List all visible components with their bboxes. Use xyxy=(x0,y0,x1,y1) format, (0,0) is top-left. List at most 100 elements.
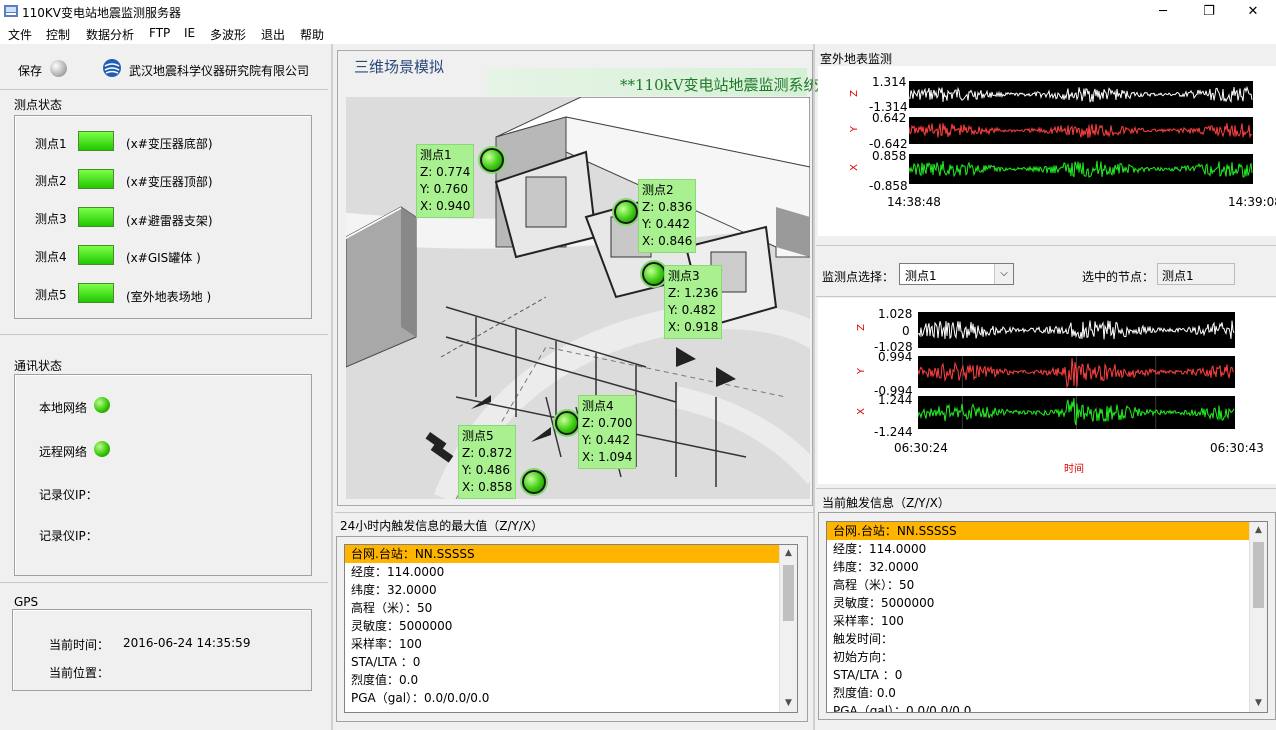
menu-exit[interactable]: 退出 xyxy=(261,26,285,43)
outdoor-wave-y xyxy=(908,117,1253,144)
max24-list[interactable]: 台网.台站：NN.SSSSS 经度：114.0000 纬度：32.0000 高程… xyxy=(344,544,798,713)
divider xyxy=(0,89,328,90)
node-z-axis: Z xyxy=(856,324,867,331)
waveform-trace xyxy=(908,85,1253,104)
menu-help[interactable]: 帮助 xyxy=(300,26,324,43)
current-time-label: 当前时间： xyxy=(49,638,110,652)
point-4-callout: 测点4 Z: 0.700 Y: 0.442 X: 1.094 xyxy=(578,395,637,469)
list-item[interactable]: 高程（米）：50 xyxy=(345,599,797,617)
list-item[interactable]: 台网.台站：NN.SSSSS xyxy=(345,545,779,563)
point-3-callout: 测点3 Z: 1.236 Y: 0.482 X: 0.918 xyxy=(664,265,723,339)
scroll-up-icon[interactable]: ▲ xyxy=(1250,522,1267,539)
node-t-end: 06:30:43 xyxy=(1210,441,1264,455)
point-4-marker[interactable] xyxy=(555,411,579,435)
point-3-label: 测点3 xyxy=(35,212,67,226)
save-indicator[interactable] xyxy=(50,60,67,77)
maximize-button[interactable]: ❐ xyxy=(1186,0,1232,24)
scene-title: 三维场景模拟 xyxy=(350,56,449,77)
list-item[interactable]: PGA（gal）：0.0/0.0/0.0 xyxy=(345,689,797,707)
remote-network-label: 远程网络 xyxy=(39,445,88,459)
title-bar: 110KV变电站地震监测服务器 ─ ❐ ✕ xyxy=(0,0,1276,24)
list-item[interactable]: 纬度：32.0000 xyxy=(345,581,797,599)
menu-analysis[interactable]: 数据分析 xyxy=(86,26,134,43)
menu-ftp[interactable]: FTP xyxy=(149,26,170,40)
menu-ie[interactable]: IE xyxy=(184,26,195,40)
menu-file[interactable]: 文件 xyxy=(8,26,32,43)
waveform-trace xyxy=(908,123,1253,139)
list-item[interactable]: 触发时间： xyxy=(827,630,1267,648)
point-2-callout: 测点2 Z: 0.836 Y: 0.442 X: 0.846 xyxy=(638,179,697,253)
point-5-led xyxy=(78,283,114,303)
selected-node-value: 测点1 xyxy=(1162,269,1194,283)
point-2-label: 测点2 xyxy=(35,174,67,188)
points-status-title: 测点状态 xyxy=(14,98,63,112)
outdoor-t-end: 14:39:08 xyxy=(1228,195,1276,209)
list-item[interactable]: PGA（gal）：0.0/0.0/0.0 xyxy=(827,702,1267,712)
node-z-mid: 0 xyxy=(902,324,910,338)
menu-control[interactable]: 控制 xyxy=(46,26,70,43)
divider xyxy=(816,488,1276,489)
splitter-left[interactable] xyxy=(331,44,333,730)
list-item[interactable]: 纬度：32.0000 xyxy=(827,558,1267,576)
scroll-thumb[interactable] xyxy=(1253,542,1264,608)
recorder-ip-label-2: 记录仪IP： xyxy=(39,529,98,543)
list-item[interactable]: 灵敏度：5000000 xyxy=(827,594,1267,612)
remote-network-indicator xyxy=(94,441,110,457)
divider xyxy=(0,334,328,335)
list-item[interactable]: 台网.台站：NN.SSSSS xyxy=(827,522,1249,540)
list-item[interactable]: 灵敏度：5000000 xyxy=(345,617,797,635)
outdoor-chart: 1.314 -1.314 0.642 -0.642 0.858 -0.858 Z… xyxy=(818,66,1276,236)
outdoor-title: 室外地表监测 xyxy=(820,52,893,66)
trigger-scrollbar[interactable]: ▲ ▼ xyxy=(1249,522,1267,712)
scroll-down-icon[interactable]: ▼ xyxy=(1250,695,1267,712)
point-2-marker[interactable] xyxy=(614,200,638,224)
list-item[interactable]: STA/LTA ：0 xyxy=(345,653,797,671)
current-time-value: 2016-06-24 14:35:59 xyxy=(123,636,251,650)
scroll-thumb[interactable] xyxy=(783,565,794,621)
outdoor-y-axis: Y xyxy=(849,126,860,133)
max24-scrollbar[interactable]: ▲ ▼ xyxy=(779,545,797,712)
point-5-callout-name: 测点5 xyxy=(462,429,494,443)
node-wave-y xyxy=(917,356,1235,389)
scroll-up-icon[interactable]: ▲ xyxy=(780,545,797,562)
list-item[interactable]: 初始方向： xyxy=(827,648,1267,666)
scene-banner: **110kV变电站地震监测系统 xyxy=(620,76,819,94)
menu-multiwave[interactable]: 多波形 xyxy=(210,26,246,43)
list-item[interactable]: 烈度值: 0.0 xyxy=(827,684,1267,702)
point-3-marker[interactable] xyxy=(642,262,666,286)
scene-view[interactable]: 测点1 Z: 0.774 Y: 0.760 X: 0.940 测点2 Z: 0.… xyxy=(346,97,810,499)
list-item[interactable]: 经度：114.0000 xyxy=(345,563,797,581)
point-5-y: Y: 0.486 xyxy=(462,463,510,477)
list-item[interactable]: 烈度值：0.0 xyxy=(345,671,797,689)
point-5-marker[interactable] xyxy=(522,470,546,494)
node-wave-z xyxy=(917,312,1235,348)
list-item[interactable]: STA/LTA ：0 xyxy=(827,666,1267,684)
point-4-z: Z: 0.700 xyxy=(582,416,633,430)
local-network-label: 本地网络 xyxy=(39,401,88,415)
list-item[interactable]: 高程（米）：50 xyxy=(827,576,1267,594)
node-y-top: 0.994 xyxy=(878,350,913,364)
point-1-x: X: 0.940 xyxy=(420,199,471,213)
point-1-desc: (x#变压器底部) xyxy=(126,137,213,151)
divider xyxy=(335,512,813,513)
waveform-trace xyxy=(917,320,1235,340)
minimize-button[interactable]: ─ xyxy=(1140,0,1186,24)
outdoor-wave-z xyxy=(908,81,1253,108)
trigger-list[interactable]: 台网.台站：NN.SSSSS 经度：114.0000 纬度：32.0000 高程… xyxy=(826,521,1268,713)
splitter-right[interactable] xyxy=(813,44,815,730)
scroll-down-icon[interactable]: ▼ xyxy=(780,695,797,712)
monitor-point-select[interactable]: 测点1 ⌵ xyxy=(899,263,1014,285)
close-button[interactable]: ✕ xyxy=(1230,0,1276,24)
point-1-y: Y: 0.760 xyxy=(420,182,468,196)
node-time-axis-label: 时间 xyxy=(1064,464,1084,475)
point-2-callout-name: 测点2 xyxy=(642,183,674,197)
list-item[interactable]: 采样率：100 xyxy=(345,635,797,653)
gps-box: 当前时间： 2016-06-24 14:35:59 当前位置： xyxy=(12,609,312,691)
point-1-z: Z: 0.774 xyxy=(420,165,471,179)
node-y-axis: Y xyxy=(856,368,867,375)
list-item[interactable]: 采样率：100 xyxy=(827,612,1267,630)
chevron-down-icon[interactable]: ⌵ xyxy=(994,264,1013,284)
point-3-y: Y: 0.482 xyxy=(668,303,716,317)
list-item[interactable]: 经度：114.0000 xyxy=(827,540,1267,558)
point-1-marker[interactable] xyxy=(480,148,504,172)
